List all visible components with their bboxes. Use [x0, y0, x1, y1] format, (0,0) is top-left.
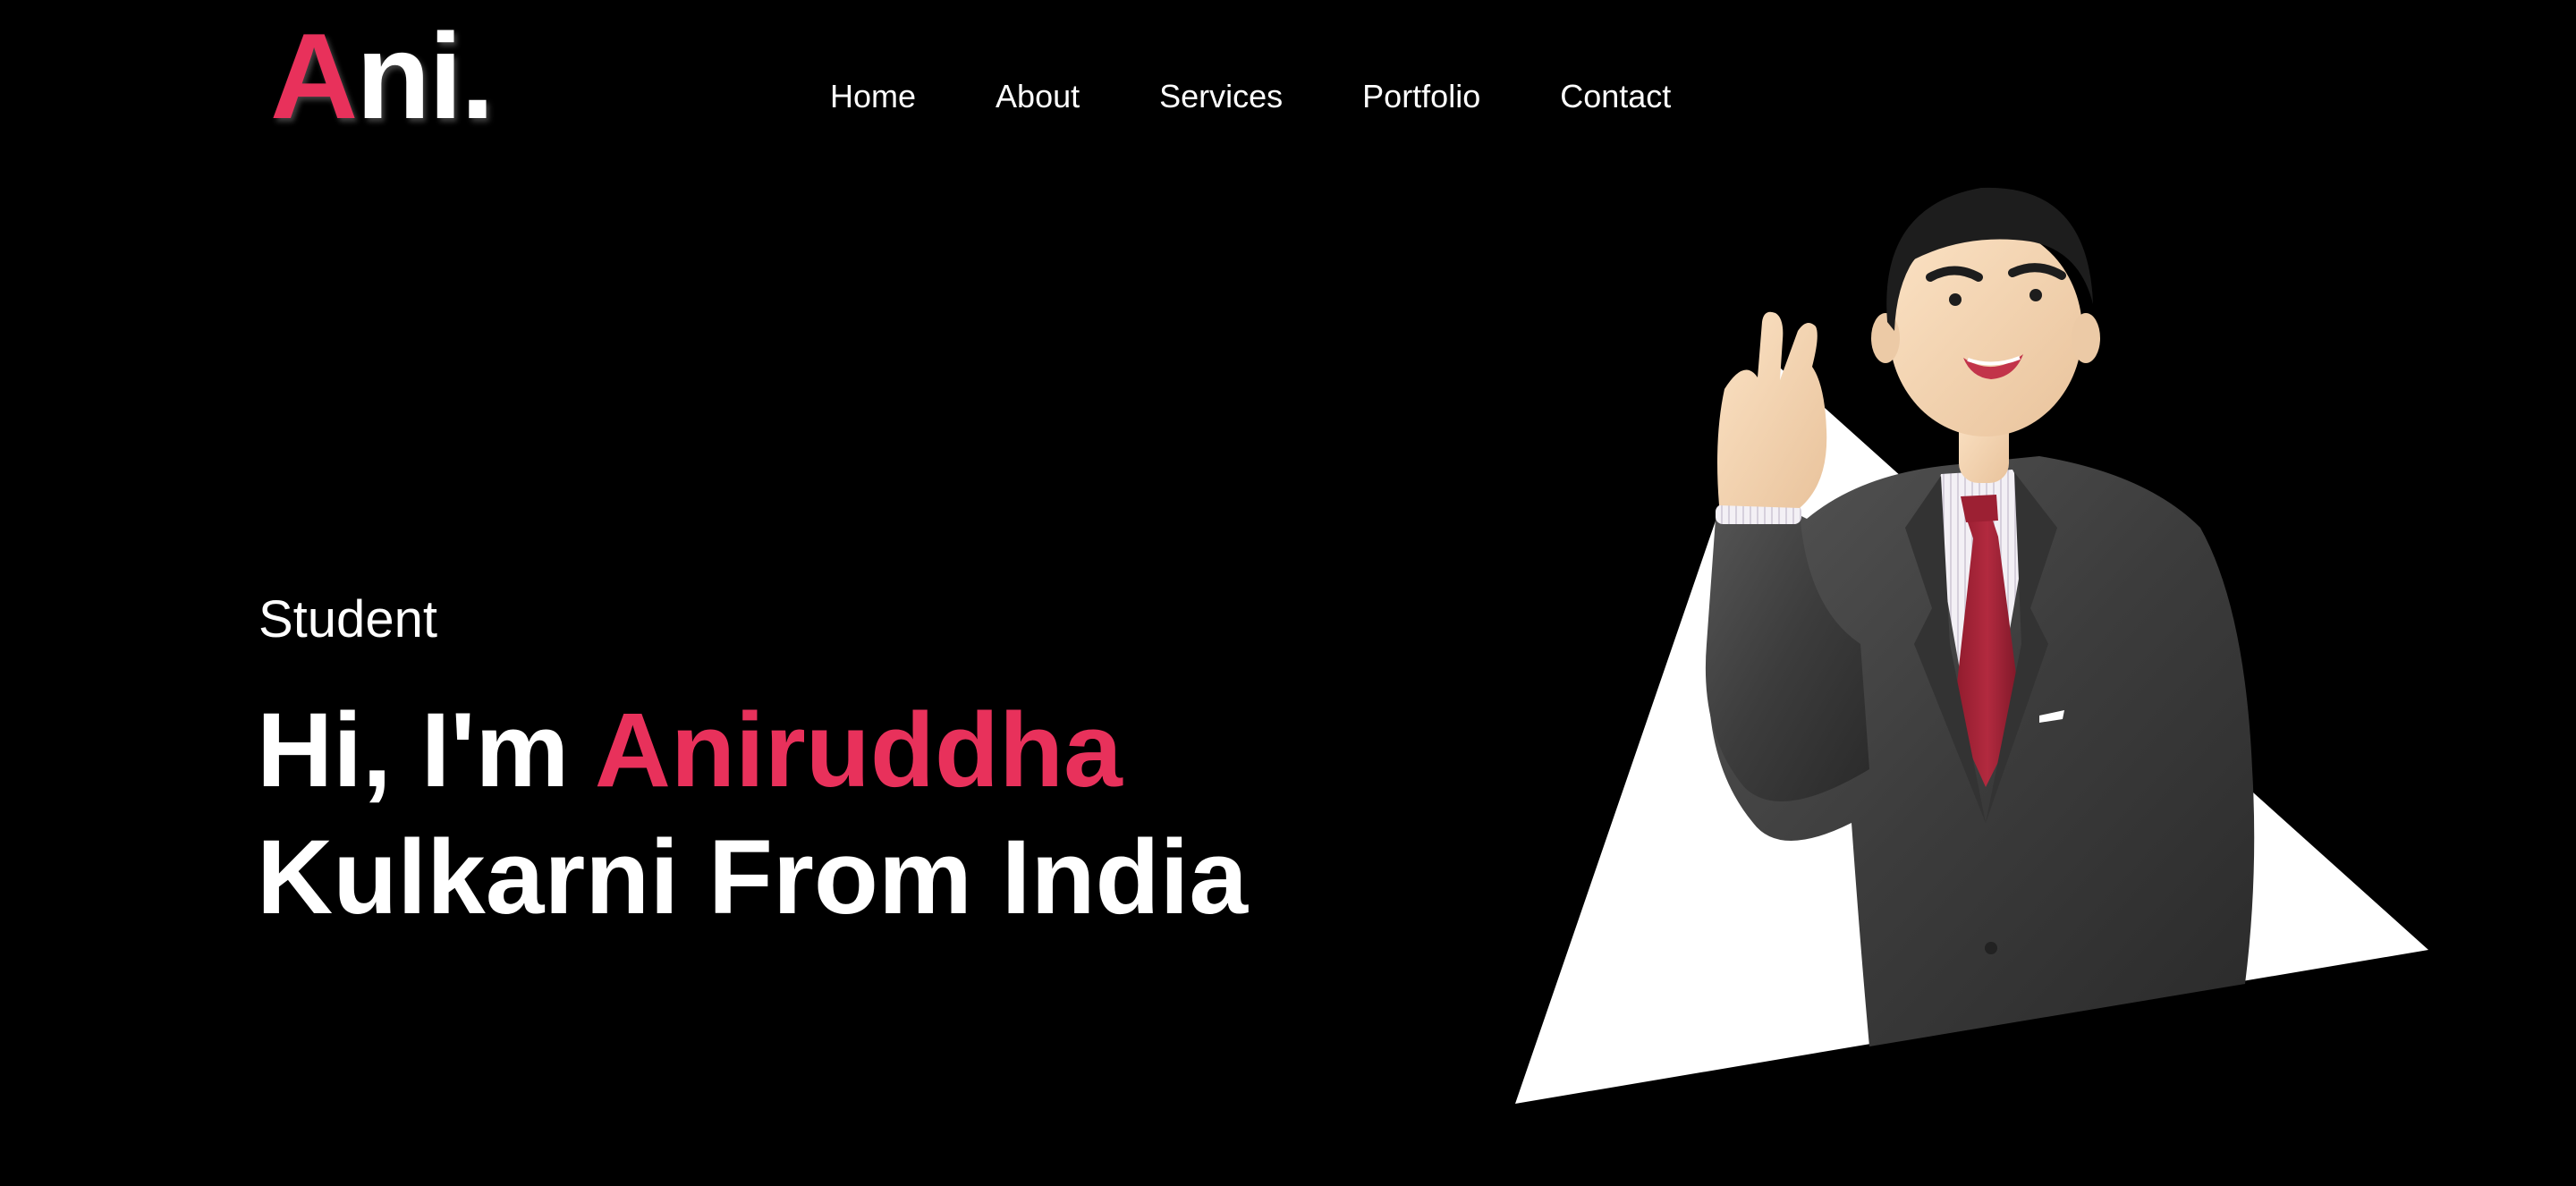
nav-link-contact[interactable]: Contact: [1560, 70, 1671, 123]
hero-illustration: [1485, 143, 2451, 1127]
headline-name: Aniruddha: [594, 691, 1123, 809]
nav-link-services[interactable]: Services: [1159, 70, 1283, 123]
hero-role: Student: [258, 590, 437, 648]
main-nav: Home About Services Portfolio Contact: [830, 70, 1671, 123]
logo-rest: ni.: [356, 8, 495, 144]
site-logo[interactable]: Ani.: [270, 8, 495, 144]
nav-link-about[interactable]: About: [996, 70, 1080, 123]
headline-suffix: Kulkarni From India: [257, 818, 1249, 936]
waving-hand: [1717, 311, 1827, 508]
headline-prefix: Hi, I'm: [257, 691, 595, 809]
nav-link-home[interactable]: Home: [830, 70, 916, 123]
nav-link-portfolio[interactable]: Portfolio: [1362, 70, 1480, 123]
logo-first-letter: A: [270, 8, 358, 144]
hero-headline: Hi, I'm Aniruddha Kulkarni From India: [257, 687, 1330, 941]
